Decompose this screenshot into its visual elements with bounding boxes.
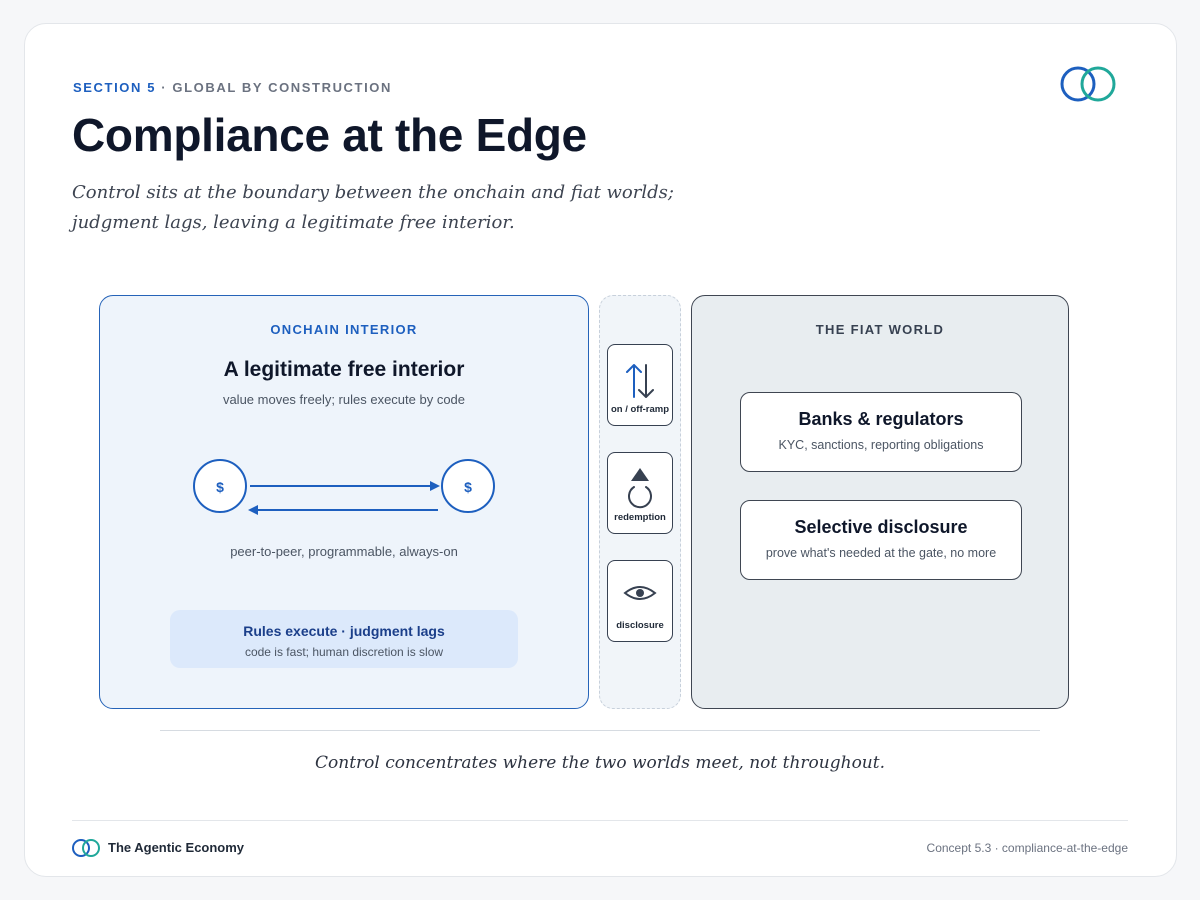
fiat-box-title: Banks & regulators xyxy=(798,409,964,429)
onchain-panel-label: ONCHAIN INTERIOR xyxy=(270,322,418,337)
eye-icon xyxy=(623,586,657,600)
onchain-heading: A legitimate free interior xyxy=(223,358,465,381)
up-down-arrows-icon xyxy=(626,364,654,398)
footer-logo-icon xyxy=(72,839,100,857)
flow-caption: peer-to-peer, programmable, always-on xyxy=(230,544,458,559)
gate-redemption: redemption xyxy=(607,452,673,534)
gate-label: disclosure xyxy=(616,620,664,631)
gate-disclosure: disclosure xyxy=(607,560,673,642)
section-name: GLOBAL BY CONSTRUCTION xyxy=(172,80,393,95)
fiat-box-sub: prove what's needed at the gate, no more xyxy=(765,546,997,560)
footer-divider xyxy=(72,820,1128,821)
boundary-gate-strip: on / off-ramp redemption disclosure xyxy=(599,295,681,709)
peer-flow-diagram xyxy=(193,459,495,515)
coin-left-label: $ xyxy=(216,479,224,495)
fiat-box-sub: KYC, sanctions, reporting obligations xyxy=(778,438,984,452)
gate-label: on / off-ramp xyxy=(610,404,670,415)
coin-right-label: $ xyxy=(464,479,472,495)
onchain-subheading: value moves freely; rules execute by cod… xyxy=(222,392,466,407)
gate-label: redemption xyxy=(614,512,666,523)
footer-brand: The Agentic Economy xyxy=(108,840,245,855)
gate-on-off-ramp: on / off-ramp xyxy=(607,344,673,426)
page-subtitle: Control sits at the boundary between the… xyxy=(72,178,712,238)
redemption-cycle-icon xyxy=(628,468,652,509)
rules-callout-sub: code is fast; human discretion is slow xyxy=(244,645,444,659)
onchain-interior-panel: ONCHAIN INTERIOR A legitimate free inter… xyxy=(99,295,589,709)
rules-callout-title: Rules execute · judgment lags xyxy=(243,623,445,639)
subtitle-line-1: Control sits at the boundary between the… xyxy=(72,182,674,203)
section-kicker: SECTION 5 · GLOBAL BY CONSTRUCTION xyxy=(73,80,392,95)
page-title: Compliance at the Edge xyxy=(72,109,587,161)
section-number: SECTION 5 xyxy=(73,80,157,95)
section-separator: · xyxy=(156,80,173,95)
footer-concept-id: Concept 5.3 · compliance-at-the-edge xyxy=(926,841,1128,855)
subtitle-line-2: judgment lags, leaving a legitimate free… xyxy=(72,212,515,233)
selective-disclosure-box: Selective disclosure prove what's needed… xyxy=(740,500,1022,580)
brand-logo-icon xyxy=(1060,66,1116,102)
banks-regulators-box: Banks & regulators KYC, sanctions, repor… xyxy=(740,392,1022,472)
fiat-world-panel: THE FIAT WORLD Banks & regulators KYC, s… xyxy=(691,295,1069,709)
rules-callout: Rules execute · judgment lags code is fa… xyxy=(170,610,518,668)
fiat-panel-label: THE FIAT WORLD xyxy=(815,322,945,337)
fiat-box-title: Selective disclosure xyxy=(794,517,968,537)
conclusion-text: Control concentrates where the two world… xyxy=(315,753,885,773)
divider xyxy=(160,730,1040,731)
